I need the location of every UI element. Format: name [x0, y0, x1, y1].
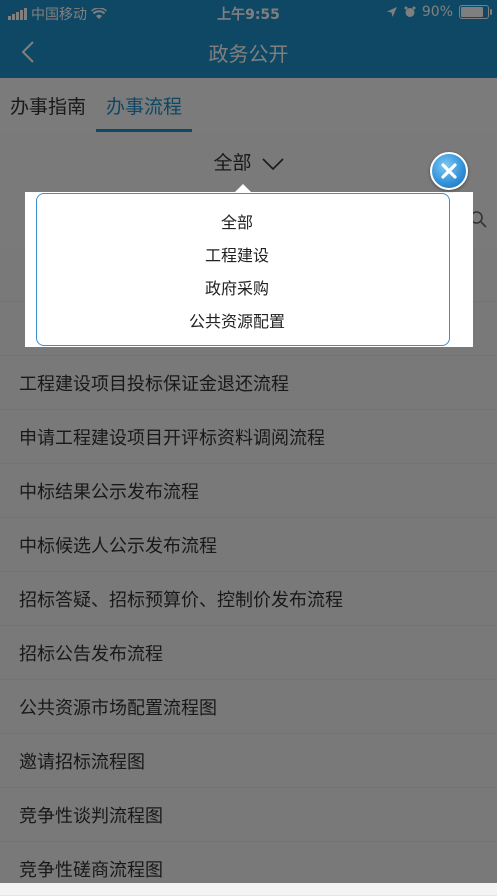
close-popup-button[interactable] [430, 152, 468, 190]
filter-popup: 全部 工程建设 政府采购 公共资源配置 [25, 192, 473, 347]
close-icon [441, 163, 457, 179]
option-procurement[interactable]: 政府采购 [25, 275, 449, 299]
modal-overlay[interactable] [0, 0, 497, 883]
option-public-resources[interactable]: 公共资源配置 [25, 308, 449, 332]
option-engineering[interactable]: 工程建设 [25, 242, 449, 266]
option-all[interactable]: 全部 [25, 209, 449, 233]
